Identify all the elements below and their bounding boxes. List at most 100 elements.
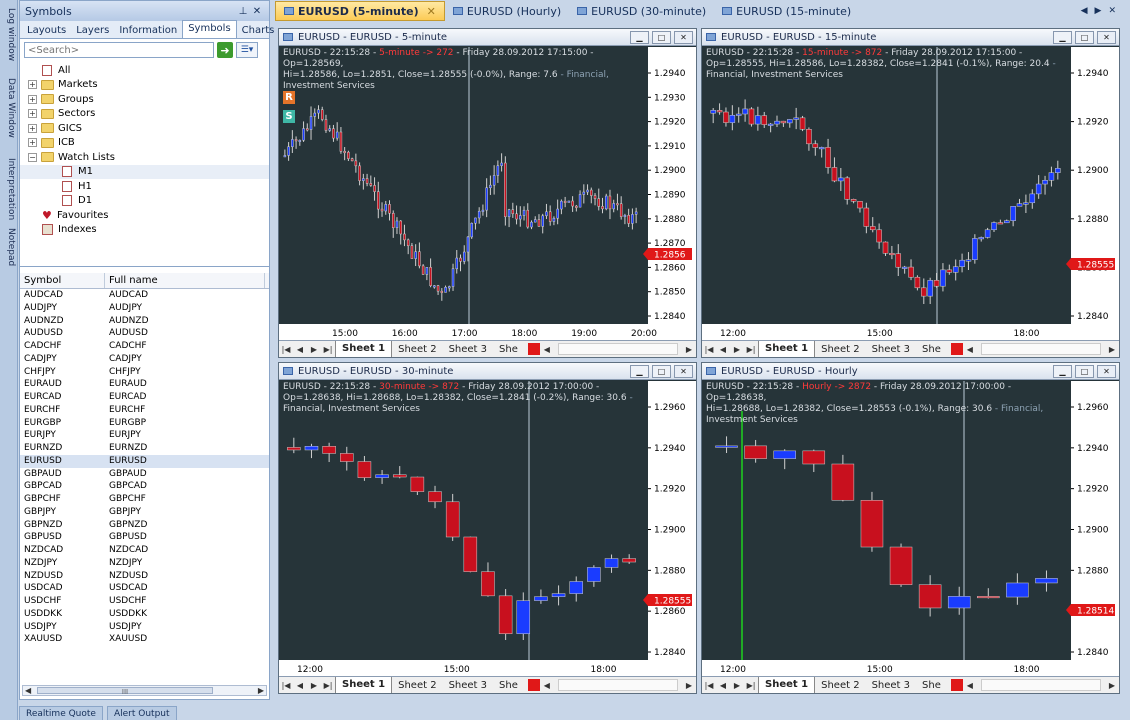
column-header-symbol[interactable]: Symbol <box>20 273 105 288</box>
tree-item[interactable]: − Watch Lists <box>20 150 269 165</box>
maximize-button[interactable]: □ <box>652 30 671 44</box>
close-button[interactable]: ✕ <box>674 30 693 44</box>
symbol-row[interactable]: CHFJPY CHFJPY <box>20 366 269 379</box>
tree-item[interactable]: All <box>20 63 269 78</box>
chart-window[interactable]: EURUSD - EURUSD - 5-minute ▁ □ ✕ EURUSD - 22… <box>278 28 697 358</box>
close-tab-icon[interactable]: ✕ <box>427 5 436 18</box>
tree-item[interactable]: H1 <box>20 179 269 194</box>
symbol-row[interactable]: EURUSD EURUSD <box>20 454 269 468</box>
sheet-tab[interactable]: Sheet 2 <box>392 680 442 691</box>
side-tab-log-window[interactable]: Log window <box>2 8 16 61</box>
sheet-tab[interactable]: Sheet 3 <box>443 680 493 691</box>
prev-sheet-icon[interactable]: ◀ <box>716 345 730 354</box>
symbol-row[interactable]: GBPNZD GBPNZD <box>20 519 269 532</box>
symbol-row[interactable]: GBPCAD GBPCAD <box>20 480 269 493</box>
symbol-row[interactable]: GBPCHF GBPCHF <box>20 493 269 506</box>
sheet-tab[interactable]: Sheet 3 <box>443 344 493 355</box>
support-marker[interactable]: S <box>283 110 295 123</box>
chart-window[interactable]: EURUSD - EURUSD - 15-minute ▁ □ ✕ EURUSD - 2… <box>701 28 1120 358</box>
chart-scrollbar[interactable] <box>557 679 678 691</box>
minimize-button[interactable]: ▁ <box>1053 30 1072 44</box>
scroll-right-icon[interactable]: ▶ <box>682 345 696 354</box>
close-icon[interactable]: ✕ <box>250 6 264 17</box>
scroll-left-icon[interactable]: ◀ <box>963 681 977 690</box>
chart-title-bar[interactable]: EURUSD - EURUSD - 15-minute ▁ □ ✕ <box>702 29 1119 46</box>
side-tab-notepad[interactable]: Notepad <box>2 228 16 266</box>
tree-item[interactable]: M1 <box>20 164 269 179</box>
prev-sheet-icon[interactable]: ◀ <box>716 681 730 690</box>
lock-icon[interactable] <box>950 343 963 355</box>
maximize-button[interactable]: □ <box>1075 30 1094 44</box>
close-button[interactable]: ✕ <box>1097 364 1116 378</box>
collapse-icon[interactable]: − <box>28 152 37 162</box>
chart-window[interactable]: EURUSD - EURUSD - Hourly ▁ □ ✕ EURUSD - 22:1… <box>701 362 1120 694</box>
symbol-row[interactable]: CADCHF CADCHF <box>20 340 269 353</box>
sheet-tab[interactable]: Sheet 2 <box>815 344 865 355</box>
sheet-tab[interactable]: Sheet 1 <box>335 677 393 693</box>
scroll-left-icon[interactable]: ◀ <box>963 345 977 354</box>
scroll-left-icon[interactable]: ◀ <box>25 686 31 695</box>
sheet-tab[interactable]: Sheet 1 <box>758 341 816 357</box>
search-input[interactable] <box>24 42 214 58</box>
symbol-row[interactable]: EURCAD EURCAD <box>20 391 269 404</box>
next-sheet-icon[interactable]: ▶ <box>730 681 744 690</box>
chart-title-bar[interactable]: EURUSD - EURUSD - 5-minute ▁ □ ✕ <box>279 29 696 46</box>
tree-item[interactable]: ♥ Favourites <box>20 208 269 223</box>
prev-sheet-icon[interactable]: ◀ <box>293 345 307 354</box>
minimize-button[interactable]: ▁ <box>630 30 649 44</box>
sheet-tab[interactable]: She <box>493 680 524 691</box>
scroll-right-icon[interactable]: ▶ <box>1105 681 1119 690</box>
close-button[interactable]: ✕ <box>1097 30 1116 44</box>
sheet-tab[interactable]: Sheet 3 <box>866 344 916 355</box>
chart-scrollbar[interactable] <box>980 679 1101 691</box>
expand-icon[interactable]: + <box>28 109 37 119</box>
column-header-full-name[interactable]: Full name <box>105 273 265 288</box>
symbol-row[interactable]: EURNZD EURNZD <box>20 442 269 455</box>
symbol-row[interactable]: USDDKK USDDKK <box>20 608 269 621</box>
search-go-button[interactable]: ➜ <box>217 42 233 58</box>
sheet-tab[interactable]: Sheet 3 <box>866 680 916 691</box>
first-sheet-icon[interactable]: |◀ <box>702 681 716 690</box>
tab-scroll-right-icon[interactable]: ▶ <box>1095 6 1102 16</box>
sheet-tab[interactable]: Sheet 1 <box>758 677 816 693</box>
sheet-tab[interactable]: She <box>493 344 524 355</box>
symbol-row[interactable]: GBPJPY GBPJPY <box>20 506 269 519</box>
next-sheet-icon[interactable]: ▶ <box>730 345 744 354</box>
symbol-row[interactable]: EURCHF EURCHF <box>20 404 269 417</box>
expand-icon[interactable]: + <box>28 94 37 104</box>
tree-item[interactable]: + ICB <box>20 136 269 151</box>
scroll-right-icon[interactable]: ▶ <box>682 681 696 690</box>
tree-item[interactable]: D1 <box>20 194 269 209</box>
last-sheet-icon[interactable]: ▶| <box>744 345 758 354</box>
symbol-row[interactable]: AUDJPY AUDJPY <box>20 302 269 315</box>
symbol-row[interactable]: AUDNZD AUDNZD <box>20 315 269 328</box>
symbol-row[interactable]: USDCHF USDCHF <box>20 595 269 608</box>
maximize-button[interactable]: □ <box>1075 364 1094 378</box>
chart-scrollbar[interactable] <box>980 343 1101 355</box>
lock-icon[interactable] <box>950 679 963 691</box>
minimize-button[interactable]: ▁ <box>630 364 649 378</box>
lock-icon[interactable] <box>527 343 540 355</box>
symbol-row[interactable]: EURJPY EURJPY <box>20 429 269 442</box>
sheet-tab[interactable]: Sheet 2 <box>392 344 442 355</box>
sheet-tab[interactable]: Sheet 1 <box>335 341 393 357</box>
chart-title-bar[interactable]: EURUSD - EURUSD - 30-minute ▁ □ ✕ <box>279 363 696 380</box>
symbol-row[interactable]: EURAUD EURAUD <box>20 378 269 391</box>
prev-sheet-icon[interactable]: ◀ <box>293 681 307 690</box>
tab-scroll-left-icon[interactable]: ◀ <box>1081 6 1088 16</box>
tree-item[interactable]: + GICS <box>20 121 269 136</box>
symbol-row[interactable]: AUDCAD AUDCAD <box>20 289 269 302</box>
tree-item[interactable]: + Markets <box>20 78 269 93</box>
first-sheet-icon[interactable]: |◀ <box>279 681 293 690</box>
close-button[interactable]: ✕ <box>674 364 693 378</box>
tab-information[interactable]: Information <box>114 23 182 38</box>
maximize-button[interactable]: □ <box>652 364 671 378</box>
document-tab[interactable]: EURUSD (5-minute) ✕ <box>275 1 445 21</box>
scroll-left-icon[interactable]: ◀ <box>540 681 554 690</box>
close-document-icon[interactable]: ✕ <box>1108 6 1116 16</box>
lock-icon[interactable] <box>527 679 540 691</box>
resistance-marker[interactable]: R <box>283 91 295 104</box>
symbol-row[interactable]: GBPAUD GBPAUD <box>20 468 269 481</box>
scroll-right-icon[interactable]: ▶ <box>258 686 264 695</box>
expand-icon[interactable]: + <box>28 123 37 133</box>
